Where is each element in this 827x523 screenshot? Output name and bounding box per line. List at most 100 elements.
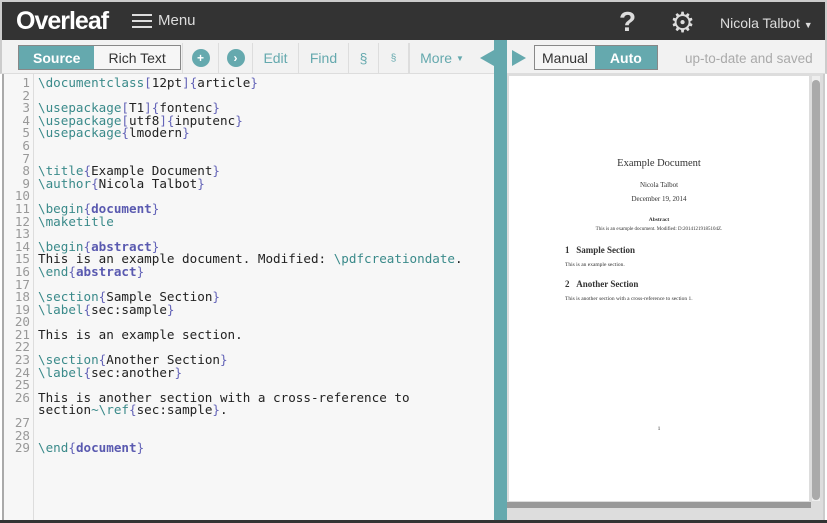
- latex-brace: }: [151, 200, 160, 216]
- section-text-2: This is another section with a cross-ref…: [565, 296, 693, 302]
- code-line[interactable]: 9 \author{Nicola Talbot}: [4, 175, 494, 191]
- code-line[interactable]: 26 This is another section with a cross-r…: [4, 389, 494, 418]
- latex-text: sec:sample: [91, 301, 167, 317]
- latex-brace: [: [144, 75, 152, 90]
- pane-divider[interactable]: [494, 40, 507, 523]
- latex-brace: }: [166, 301, 175, 317]
- line-content: \end{document}: [30, 440, 490, 456]
- code-line[interactable]: 5 \usepackage{lmodern}: [4, 127, 494, 140]
- line-content: \label{sec:another}: [30, 364, 490, 380]
- overleaf-logo[interactable]: Overleaf: [16, 7, 109, 36]
- code-line[interactable]: 19 \label{sec:sample}: [4, 301, 494, 317]
- latex-brace: }: [212, 163, 221, 179]
- latex-brace: {: [68, 263, 76, 279]
- code-line[interactable]: 1 \documentclass[12pt]{article}: [4, 75, 494, 90]
- horizontal-scrollbar[interactable]: [507, 502, 811, 508]
- caret-down-icon: ▼: [455, 53, 464, 63]
- latex-brace: }: [182, 125, 190, 141]
- abstract-text: This is an example document. Modified: D…: [595, 227, 723, 232]
- line-content: \documentclass[12pt]{article}: [30, 75, 490, 90]
- save-status: up-to-date and saved: [685, 51, 813, 66]
- comment-button[interactable]: +: [182, 43, 218, 73]
- latex-command: \author: [38, 175, 92, 191]
- latex-brace: }: [197, 175, 205, 191]
- latex-command: \usepackage: [38, 125, 122, 141]
- gear-icon[interactable]: ⚙: [670, 6, 695, 39]
- latex-brace: {: [121, 125, 129, 141]
- latex-command: \end: [38, 440, 69, 456]
- latex-text: This is an example section.: [38, 326, 243, 342]
- code-line[interactable]: 12 \maketitle: [4, 213, 494, 229]
- latex-brace: }: [220, 352, 228, 368]
- latex-command: \maketitle: [38, 213, 114, 229]
- line-content: This is an example section.: [30, 326, 490, 342]
- menu-button[interactable]: Menu: [132, 12, 196, 29]
- subsection-button[interactable]: §: [378, 43, 408, 73]
- section-heading-1: 1 Sample Section: [565, 245, 636, 255]
- help-icon[interactable]: ?: [619, 6, 636, 38]
- latex-brace: }: [212, 402, 221, 418]
- section-text-1: This is an example section.: [565, 262, 625, 268]
- code-editor[interactable]: 1 \documentclass[12pt]{article} 2 3 \usepac…: [2, 74, 494, 520]
- latex-brace: }: [136, 263, 145, 279]
- user-name: Nicola Talbot: [720, 15, 800, 31]
- edit-button[interactable]: Edit: [252, 43, 298, 73]
- code-line[interactable]: 24 \label{sec:another}: [4, 364, 494, 380]
- code-line[interactable]: 6: [4, 139, 494, 153]
- line-number: 26: [14, 389, 30, 405]
- latex-brace: {: [91, 175, 99, 191]
- go-button[interactable]: ›: [218, 43, 252, 73]
- manual-tab[interactable]: Manual: [535, 46, 595, 69]
- source-tab[interactable]: Source: [19, 46, 95, 69]
- abstract-heading: Abstract: [648, 217, 670, 223]
- pdf-scrollbar[interactable]: [812, 76, 820, 501]
- menu-label: Menu: [158, 12, 196, 29]
- latex-text: sec:another: [91, 364, 175, 380]
- add-comment-icon: +: [191, 49, 210, 67]
- latex-command: ~\ref: [91, 402, 129, 418]
- user-menu[interactable]: Nicola Talbot ▼: [720, 15, 813, 31]
- latex-brace: }: [136, 440, 145, 456]
- line-content: \usepackage{lmodern}: [30, 127, 490, 140]
- line-content: [30, 417, 490, 430]
- latex-keyword: document: [75, 440, 137, 456]
- latex-keyword: abstract: [75, 263, 137, 279]
- arrow-right-icon[interactable]: [512, 50, 526, 66]
- latex-text: 12pt: [151, 75, 183, 90]
- hamburger-icon: [132, 13, 152, 28]
- section-button[interactable]: §: [348, 43, 378, 73]
- more-label: More: [420, 50, 453, 66]
- line-number: 29: [14, 440, 30, 456]
- more-button[interactable]: More ▼: [408, 43, 474, 73]
- section-heading-2: 2 Another Section: [565, 279, 639, 289]
- latex-text: .: [220, 402, 228, 418]
- code-line[interactable]: 29 \end{document}: [4, 440, 494, 456]
- latex-brace: {: [68, 440, 76, 456]
- code-line[interactable]: 27: [4, 416, 494, 430]
- toolbar: Source Rich Text + › Edit Find § § More …: [0, 40, 827, 74]
- latex-brace: {: [129, 402, 137, 418]
- pdf-preview: Example Document Nicola Talbot December …: [507, 74, 825, 520]
- auto-tab[interactable]: Auto: [594, 46, 657, 69]
- latex-brace: }: [235, 112, 243, 128]
- latex-brace: }: [250, 75, 258, 90]
- chevron-right-icon: ›: [226, 49, 245, 67]
- doc-date: December 19, 2014: [631, 195, 687, 203]
- editor-mode-toggle: Source Rich Text: [18, 45, 181, 70]
- doc-title: Example Document: [617, 158, 701, 169]
- latex-command: \documentclass: [38, 75, 145, 90]
- latex-brace: {: [83, 364, 92, 380]
- rich-text-tab[interactable]: Rich Text: [94, 46, 180, 69]
- latex-text: sec:sample: [136, 402, 213, 418]
- caret-down-icon: ▼: [803, 20, 813, 30]
- latex-text: lmodern: [129, 125, 183, 141]
- code-line[interactable]: 21 This is an example section.: [4, 326, 494, 342]
- code-line[interactable]: 16 \end{abstract}: [4, 263, 494, 279]
- scrollbar-thumb[interactable]: [812, 80, 820, 500]
- arrow-left-icon[interactable]: [480, 50, 494, 66]
- compile-mode-toggle: Manual Auto: [534, 45, 658, 70]
- find-button[interactable]: Find: [298, 43, 348, 73]
- latex-text: Nicola Talbot: [98, 175, 198, 191]
- top-bar: Overleaf Menu ? ⚙ Nicola Talbot ▼: [0, 0, 827, 40]
- latex-text: article: [197, 75, 251, 90]
